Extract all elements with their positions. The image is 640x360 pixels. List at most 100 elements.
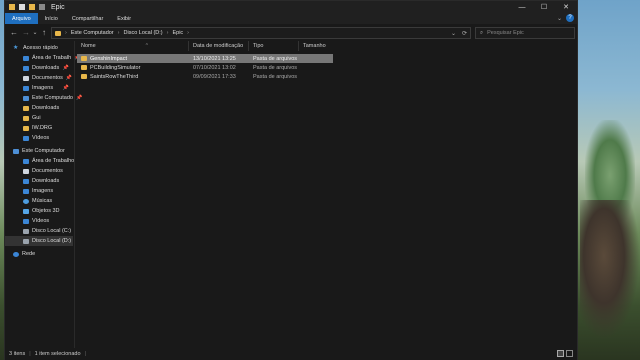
column-size[interactable]: Tamanho	[299, 41, 339, 51]
close-button[interactable]: ✕	[555, 1, 577, 13]
folder-icon	[23, 105, 29, 111]
nav-this-pc[interactable]: Este Computador	[5, 146, 73, 156]
nav-pc-desktop[interactable]: Área de Trabalho	[5, 156, 75, 166]
folder-icon	[81, 65, 87, 70]
column-type[interactable]: Tipo	[249, 41, 299, 51]
back-button[interactable]: ←	[8, 27, 20, 39]
nav-label: Imagens	[32, 188, 54, 194]
nav-network[interactable]: Rede	[5, 249, 73, 259]
breadcrumb-epic[interactable]: Epic	[172, 30, 183, 36]
nav-label: Disco Local (D:)	[32, 238, 72, 244]
up-button[interactable]: ↑	[38, 27, 50, 39]
tab-compartilhar[interactable]: Compartilhar	[65, 13, 110, 24]
breadcrumb-disco-local-d[interactable]: Disco Local (D:)	[124, 30, 163, 36]
nav-label: Área de Trabalho	[32, 158, 75, 164]
downloads-icon	[23, 65, 29, 71]
navigation-pane: ★ Acesso rápido Área de Trabalh 📌 Downlo…	[5, 43, 82, 348]
expand-ribbon-icon[interactable]: ⌄	[557, 15, 562, 22]
breadcrumb-este-computador[interactable]: Este Computador	[71, 30, 114, 36]
nav-pc-downloads[interactable]: Downloads	[5, 176, 73, 186]
nav-qa-downloads[interactable]: Downloads 📌	[5, 63, 73, 73]
nav-pc-drive-c[interactable]: Disco Local (C:)	[5, 226, 73, 236]
help-icon[interactable]: ?	[566, 14, 574, 22]
status-bar: 3 itens | 1 item selecionado |	[5, 348, 577, 360]
nav-label: Objetos 3D	[32, 208, 60, 214]
minimize-button[interactable]: —	[511, 1, 533, 13]
file-date: 09/09/2021 17:33	[193, 73, 236, 80]
nav-pc-videos[interactable]: Vídeos	[5, 216, 73, 226]
address-history-dropdown[interactable]: ⌄	[451, 30, 456, 37]
address-bar[interactable]: › Este Computador › Disco Local (D:) › E…	[51, 27, 471, 39]
table-row[interactable]: PCBuildingSimulator 07/10/2021 13:02 Pas…	[77, 63, 333, 72]
nav-qa-pictures[interactable]: Imagens 📌	[5, 83, 73, 93]
sort-ascending-icon: ^	[145, 43, 148, 49]
breadcrumb-separator: ›	[65, 30, 67, 36]
search-box[interactable]: ⌕ Pesquisar Epic	[475, 27, 575, 39]
music-icon	[23, 198, 29, 204]
status-separator: |	[84, 351, 86, 357]
column-date[interactable]: Data de modificação	[189, 41, 249, 51]
documents-icon	[23, 168, 29, 174]
nav-label: Vídeos	[32, 218, 50, 224]
file-list: Nome ^ Data de modificação Tipo Tamanho …	[77, 41, 577, 348]
folder-icon	[9, 4, 15, 10]
nav-quick-access[interactable]: ★ Acesso rápido	[5, 43, 73, 53]
pictures-icon	[23, 188, 29, 194]
file-size	[299, 54, 333, 63]
nav-label: Imagens	[32, 85, 54, 91]
table-row[interactable]: GenshinImpact 13/10/2021 13:25 Pasta de …	[77, 54, 333, 63]
nav-pc-drive-d[interactable]: Disco Local (D:)	[5, 236, 73, 246]
file-name: GenshinImpact	[90, 55, 127, 62]
nav-qa-desktop[interactable]: Área de Trabalh 📌	[5, 53, 80, 63]
table-row[interactable]: SaintsRowTheThird 09/09/2021 17:33 Pasta…	[77, 72, 333, 81]
nav-qa-downloads-folder[interactable]: Downloads	[5, 103, 73, 113]
nav-qa-documents[interactable]: Documentos 📌	[5, 73, 73, 83]
nav-pc-music[interactable]: Músicas	[5, 196, 73, 206]
column-name[interactable]: Nome ^	[77, 41, 189, 51]
folder-icon	[81, 74, 87, 79]
customize-toolbar-icon[interactable]	[39, 4, 45, 10]
details-view-icon[interactable]	[557, 350, 564, 357]
file-date: 13/10/2021 13:25	[193, 55, 236, 62]
folder-icon	[55, 30, 61, 36]
pane-divider[interactable]	[74, 41, 75, 348]
nav-label: Disco Local (C:)	[32, 228, 72, 234]
nav-label: Downloads	[32, 105, 60, 111]
nav-qa-gui[interactable]: Gui	[5, 113, 73, 123]
properties-icon[interactable]	[19, 4, 25, 10]
nav-label: Este Computado	[32, 95, 73, 101]
window-controls: — ☐ ✕	[511, 1, 577, 13]
search-icon: ⌕	[480, 29, 484, 36]
breadcrumb-separator: ›	[187, 30, 190, 36]
nav-qa-iwdrg[interactable]: IW.DRG	[5, 123, 73, 133]
tab-inicio[interactable]: Início	[38, 13, 65, 24]
nav-pc-pictures[interactable]: Imagens	[5, 186, 73, 196]
window-title: Epic	[51, 3, 65, 11]
ribbon-tabs: Arquivo Início Compartilhar Exibir ⌄ ?	[5, 13, 577, 24]
column-headers: Nome ^ Data de modificação Tipo Tamanho	[77, 41, 577, 51]
view-toggle	[557, 350, 573, 357]
file-type: Pasta de arquivos	[253, 73, 298, 80]
file-date: 07/10/2021 13:02	[193, 64, 236, 71]
nav-qa-computer[interactable]: Este Computado 📌	[5, 93, 82, 103]
nav-pc-documents[interactable]: Documentos	[5, 166, 73, 176]
nav-pc-3d-objects[interactable]: Objetos 3D	[5, 206, 73, 216]
nav-label: IW.DRG	[32, 125, 53, 131]
nav-label: Gui	[32, 115, 41, 121]
tab-arquivo[interactable]: Arquivo	[5, 13, 38, 24]
new-folder-icon[interactable]	[29, 4, 35, 10]
title-bar: Epic — ☐ ✕	[5, 1, 577, 13]
nav-label: Rede	[22, 251, 36, 257]
large-icons-view-icon[interactable]	[566, 350, 573, 357]
refresh-icon[interactable]: ⟳	[462, 30, 467, 37]
selection-count: 1 item selecionado	[34, 351, 81, 357]
documents-icon	[23, 75, 29, 81]
maximize-button[interactable]: ☐	[533, 1, 555, 13]
nav-label: Músicas	[32, 198, 53, 204]
forward-button[interactable]: →	[20, 27, 32, 39]
file-name: PCBuildingSimulator	[90, 64, 141, 71]
tab-exibir[interactable]: Exibir	[110, 13, 138, 24]
nav-qa-videos[interactable]: Vídeos	[5, 133, 73, 143]
nav-label: Downloads	[32, 65, 60, 71]
file-type: Pasta de arquivos	[253, 64, 298, 71]
